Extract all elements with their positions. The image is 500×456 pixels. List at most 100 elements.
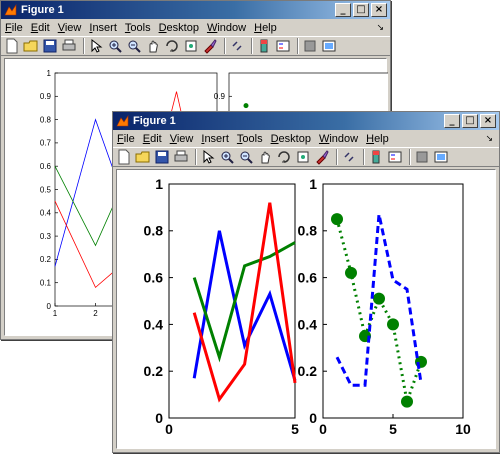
x-tick-label: 5 xyxy=(291,421,299,437)
zoom-out-icon[interactable] xyxy=(238,149,254,165)
menu-edit[interactable]: Edit xyxy=(139,133,166,145)
y-tick-label: 0 xyxy=(309,410,317,426)
menu-edit[interactable]: Edit xyxy=(27,22,54,34)
insert-colorbar-icon[interactable] xyxy=(256,38,272,54)
y-tick-label: 0.4 xyxy=(40,209,52,218)
hide-plot-tools-icon[interactable] xyxy=(302,38,318,54)
toolbar-separator xyxy=(297,38,299,54)
maximize-button[interactable]: □ xyxy=(353,3,369,17)
menu-bar: File Edit View Insert Tools Desktop Window Help… xyxy=(1,19,390,36)
y-tick-label: 0.5 xyxy=(40,185,52,194)
open-file-icon[interactable] xyxy=(135,149,151,165)
menu-window[interactable]: Window xyxy=(203,22,250,34)
menu-desktop[interactable]: Desktop xyxy=(155,22,203,34)
menu-window[interactable]: Window xyxy=(315,133,362,145)
zoom-out-icon[interactable] xyxy=(126,38,142,54)
open-file-icon[interactable] xyxy=(23,38,39,54)
menu-tools[interactable]: Tools xyxy=(233,133,267,145)
matlab-logo-icon xyxy=(4,3,17,17)
menu-insert[interactable]: Insert xyxy=(197,133,233,145)
x-tick-label: 2 xyxy=(93,309,98,318)
link-plot-icon[interactable] xyxy=(229,38,245,54)
menu-tools[interactable]: Tools xyxy=(121,22,155,34)
axes-frame xyxy=(322,183,464,419)
dock-figure-icon[interactable]: ↘ xyxy=(376,22,384,33)
menu-help[interactable]: Help xyxy=(362,133,393,145)
y-tick-label: 0.1 xyxy=(40,279,52,288)
y-tick-label: 0.2 xyxy=(144,363,164,379)
close-button[interactable]: × xyxy=(371,3,387,17)
show-plot-tools-icon[interactable] xyxy=(433,149,449,165)
pointer-icon[interactable] xyxy=(200,149,216,165)
save-icon[interactable] xyxy=(154,149,170,165)
menu-view[interactable]: View xyxy=(166,133,198,145)
insert-legend-icon[interactable] xyxy=(387,149,403,165)
y-tick-label: 0 xyxy=(47,302,52,311)
close-button[interactable]: × xyxy=(480,114,496,128)
pan-icon[interactable] xyxy=(257,149,273,165)
y-tick-label: 0.4 xyxy=(144,316,164,332)
brush-icon[interactable] xyxy=(202,38,218,54)
rotate-3d-icon[interactable] xyxy=(276,149,292,165)
x-tick-label: 0 xyxy=(165,421,173,437)
show-plot-tools-icon[interactable] xyxy=(321,38,337,54)
title-bar[interactable]: Figure 1 _ □ × xyxy=(113,112,499,130)
data-point-marker xyxy=(331,213,343,226)
figure-toolbar xyxy=(113,147,499,167)
toolbar-separator xyxy=(224,38,226,54)
menu-help[interactable]: Help xyxy=(250,22,281,34)
y-tick-label: 0.3 xyxy=(40,232,52,241)
y-tick-label: 0.9 xyxy=(214,92,226,101)
print-icon[interactable] xyxy=(61,38,77,54)
front-axes-left: 0 0.2 0.4 0.6 0.8 1 0 5 xyxy=(144,176,300,437)
data-point-marker xyxy=(401,395,413,408)
y-tick-label: 0.9 xyxy=(40,92,52,101)
zoom-in-icon[interactable] xyxy=(107,38,123,54)
menu-bar: File Edit View Insert Tools Desktop Window Help… xyxy=(113,130,499,147)
title-bar[interactable]: Figure 1 _ □ × xyxy=(1,1,390,19)
y-tick-label: 0.2 xyxy=(298,363,318,379)
zoom-in-icon[interactable] xyxy=(219,149,235,165)
window-title: Figure 1 xyxy=(133,115,176,127)
new-figure-icon[interactable] xyxy=(116,149,132,165)
y-tick-label: 1 xyxy=(47,69,52,78)
data-point-marker xyxy=(243,103,249,109)
toolbar-separator xyxy=(336,149,338,165)
data-point-marker xyxy=(373,292,385,305)
menu-desktop[interactable]: Desktop xyxy=(267,133,315,145)
x-tick-label: 0 xyxy=(319,421,327,437)
rotate-3d-icon[interactable] xyxy=(164,38,180,54)
menu-file[interactable]: File xyxy=(113,133,139,145)
print-icon[interactable] xyxy=(173,149,189,165)
minimize-button[interactable]: _ xyxy=(444,114,460,128)
link-plot-icon[interactable] xyxy=(341,149,357,165)
dock-figure-icon[interactable]: ↘ xyxy=(485,133,493,144)
maximize-button[interactable]: □ xyxy=(462,114,478,128)
menu-insert[interactable]: Insert xyxy=(85,22,121,34)
y-tick-label: 1 xyxy=(309,176,317,192)
menu-file[interactable]: File xyxy=(1,22,27,34)
x-tick-label: 10 xyxy=(455,421,471,437)
window-title: Figure 1 xyxy=(21,4,64,16)
brush-icon[interactable] xyxy=(314,149,330,165)
y-tick-label: 0.8 xyxy=(40,115,52,124)
figure-canvas[interactable]: 0 0.2 0.4 0.6 0.8 1 0 5 0 0.2 0.4 0.6 0.8 1 0 5 10 xyxy=(116,169,496,449)
menu-view[interactable]: View xyxy=(54,22,86,34)
y-tick-label: 0.6 xyxy=(298,270,318,286)
new-figure-icon[interactable] xyxy=(4,38,20,54)
insert-colorbar-icon[interactable] xyxy=(368,149,384,165)
x-tick-label: 5 xyxy=(389,421,397,437)
data-cursor-icon[interactable] xyxy=(183,38,199,54)
save-icon[interactable] xyxy=(42,38,58,54)
y-tick-label: 0 xyxy=(155,410,163,426)
front-figure-plots: 00.20.40.60.810 500.20.40.60.810 5 10 xyxy=(144,176,471,437)
toolbar-separator xyxy=(251,38,253,54)
minimize-button[interactable]: _ xyxy=(335,3,351,17)
hide-plot-tools-icon[interactable] xyxy=(414,149,430,165)
insert-legend-icon[interactable] xyxy=(275,38,291,54)
figure-window-front[interactable]: Figure 1 _ □ × File Edit View Insert Tools De… xyxy=(112,111,500,453)
pointer-icon[interactable] xyxy=(88,38,104,54)
pan-icon[interactable] xyxy=(145,38,161,54)
y-tick-label: 0.8 xyxy=(144,223,164,239)
data-cursor-icon[interactable] xyxy=(295,149,311,165)
